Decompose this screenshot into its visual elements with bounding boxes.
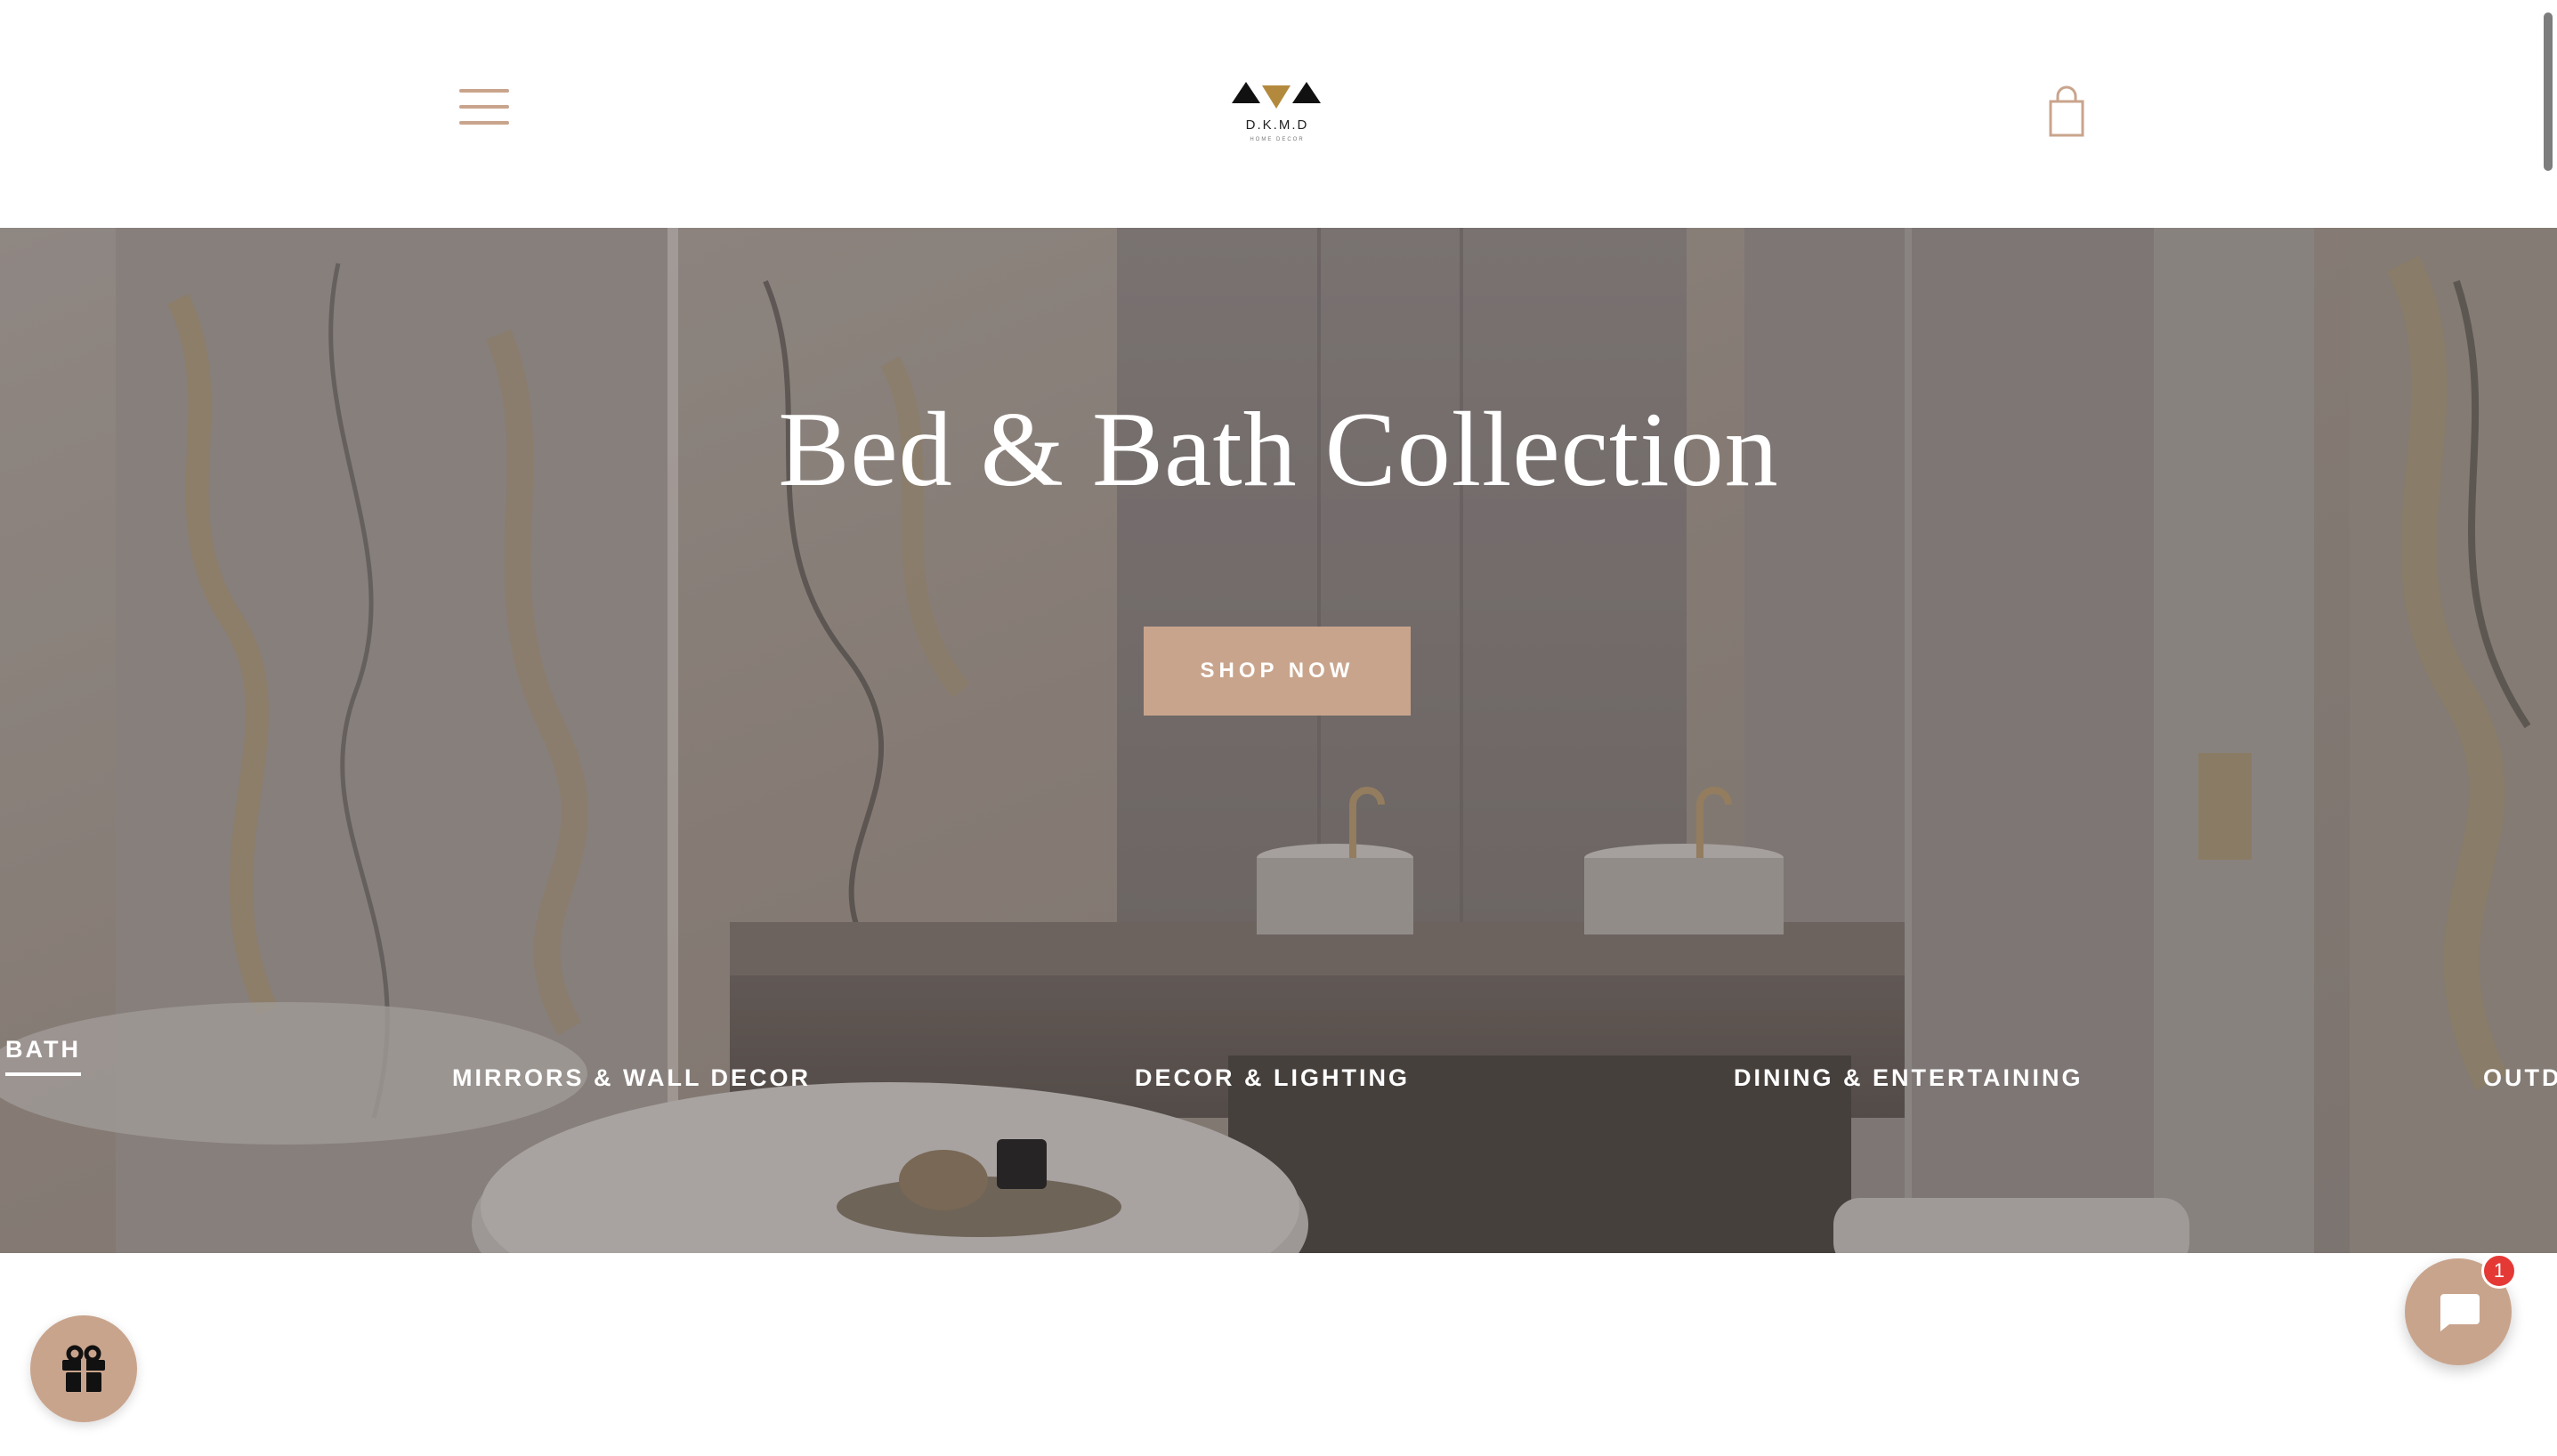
chat-notification-badge: 1: [2481, 1253, 2517, 1289]
cart-bag-icon[interactable]: [2045, 85, 2088, 139]
logo-triangles-icon: [1232, 82, 1321, 109]
page: D.K.M.D HOME DECOR Bed & Bath Collection…: [0, 0, 2557, 1456]
chat-bubble-icon: [2440, 1294, 2480, 1331]
category-dining-entertaining[interactable]: DINING & ENTERTAINING: [1734, 1064, 2084, 1092]
logo-name: D.K.M.D: [1245, 117, 1309, 133]
hero-banner: Bed & Bath Collection SHOP NOW BATH MIRR…: [0, 228, 2557, 1253]
logo-subtitle: HOME DECOR: [1250, 137, 1305, 142]
category-outdoor[interactable]: OUTD: [2483, 1064, 2557, 1092]
shop-now-button[interactable]: SHOP NOW: [1144, 627, 1411, 716]
category-mirrors-wall-decor[interactable]: MIRRORS & WALL DECOR: [452, 1064, 811, 1092]
category-decor-lighting[interactable]: DECOR & LIGHTING: [1135, 1064, 1410, 1092]
rewards-gift-button[interactable]: [30, 1315, 137, 1422]
site-logo[interactable]: D.K.M.D HOME DECOR: [1228, 71, 1326, 151]
hamburger-menu-icon[interactable]: [459, 89, 509, 132]
category-carousel: BATH MIRRORS & WALL DECOR DECOR & LIGHTI…: [0, 1036, 2557, 1136]
page-scrollbar[interactable]: [2544, 12, 2553, 171]
category-bath[interactable]: BATH: [5, 1036, 81, 1076]
hero-title: Bed & Bath Collection: [778, 390, 1779, 508]
gift-icon: [62, 1345, 105, 1392]
site-header: D.K.M.D HOME DECOR: [0, 0, 2557, 228]
